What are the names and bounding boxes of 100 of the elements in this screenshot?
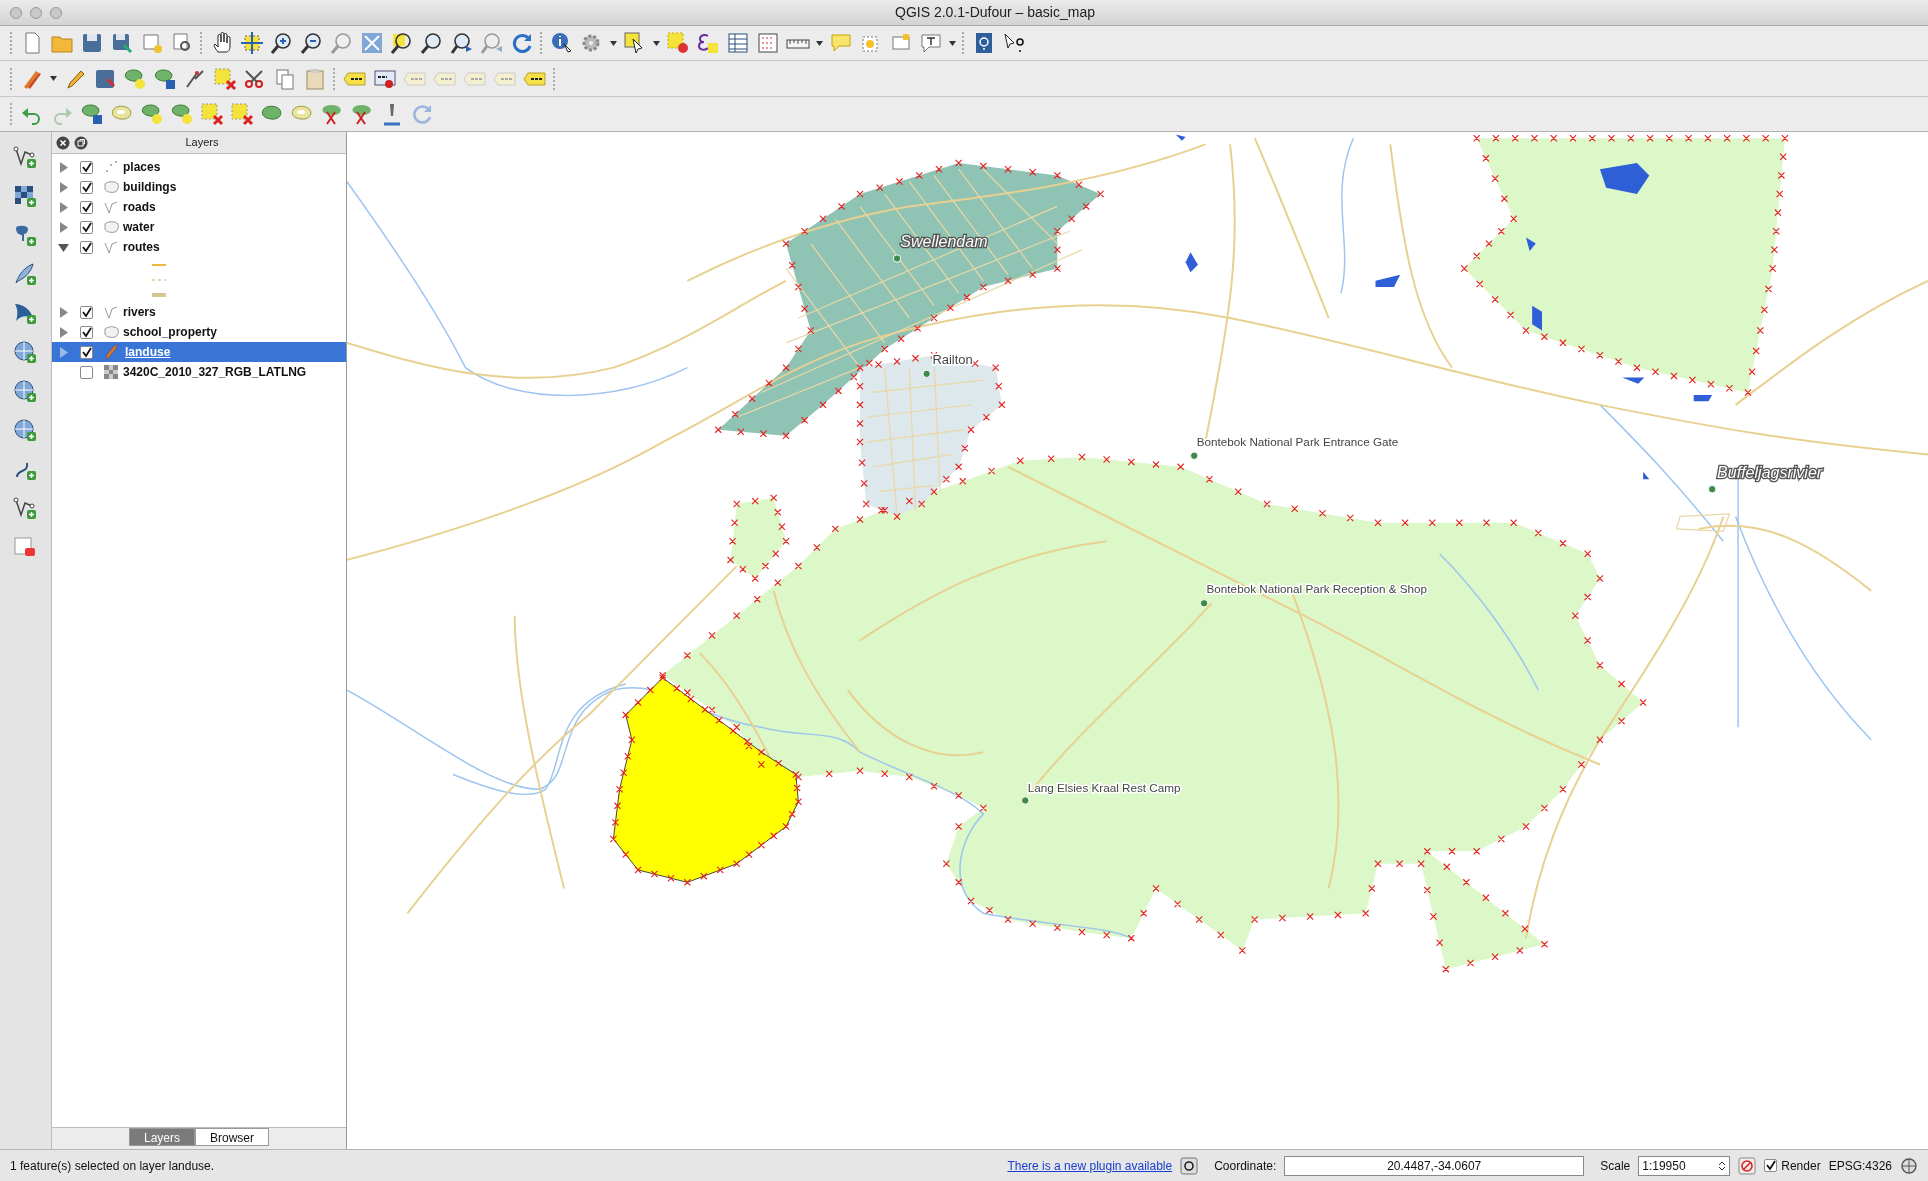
layer-name: rivers bbox=[123, 304, 156, 321]
scale-dropdown[interactable]: 1:19950 bbox=[1638, 1155, 1731, 1176]
globe-add-icon[interactable] bbox=[12, 418, 39, 442]
float-panel-icon[interactable] bbox=[74, 135, 88, 150]
split-scissors-icon[interactable] bbox=[320, 102, 344, 126]
toolbar-handle[interactable] bbox=[962, 32, 966, 54]
caret-icon[interactable] bbox=[50, 76, 57, 81]
feather-add-icon[interactable] bbox=[12, 262, 39, 286]
statistics-icon[interactable] bbox=[756, 31, 780, 55]
toolbar-handle[interactable] bbox=[333, 67, 337, 90]
expand-arrow-icon[interactable] bbox=[58, 181, 69, 193]
caret-icon[interactable] bbox=[949, 40, 956, 46]
delete-selected-icon[interactable] bbox=[230, 102, 254, 126]
epsilon-icon[interactable] bbox=[696, 31, 720, 55]
plugin-link[interactable]: There is a new plugin available bbox=[1007, 1156, 1173, 1175]
toolbar-handle[interactable] bbox=[553, 67, 557, 90]
layer-checkbox[interactable] bbox=[80, 365, 93, 379]
map-label: Buffeljagsrivier bbox=[1717, 463, 1823, 482]
delete-selected-icon[interactable] bbox=[213, 66, 237, 91]
layer-checkbox[interactable] bbox=[80, 345, 93, 359]
messages-icon[interactable] bbox=[1180, 1156, 1199, 1175]
layer-name: landuse bbox=[124, 344, 172, 361]
layer-checkbox[interactable] bbox=[80, 325, 93, 339]
raster-add-icon[interactable] bbox=[12, 184, 39, 208]
expand-arrow-icon[interactable] bbox=[58, 161, 69, 173]
layer-item[interactable]: rivers bbox=[52, 302, 346, 322]
render-checkbox[interactable] bbox=[1764, 1159, 1778, 1172]
add-feature-icon[interactable] bbox=[123, 66, 147, 91]
caret-icon[interactable] bbox=[816, 40, 823, 46]
layer-item[interactable]: landuse bbox=[52, 342, 346, 362]
save-as-icon[interactable] bbox=[110, 31, 134, 55]
raster-layer-icon bbox=[104, 365, 118, 379]
layer-name: water bbox=[123, 219, 155, 236]
layer-item[interactable]: school_property bbox=[52, 322, 346, 342]
expand-arrow-icon[interactable] bbox=[58, 306, 69, 318]
panel-tab[interactable]: Layers bbox=[128, 1128, 195, 1146]
layer-checkbox[interactable] bbox=[80, 160, 93, 174]
layer-item[interactable]: places bbox=[52, 157, 346, 177]
expand-arrow-icon[interactable] bbox=[58, 221, 69, 233]
selected-feature-polygon[interactable] bbox=[612, 677, 799, 883]
spinner-arrows-icon[interactable] bbox=[1718, 1160, 1727, 1171]
layer-item[interactable]: routes bbox=[52, 237, 346, 257]
zoom-next-icon[interactable] bbox=[480, 31, 504, 55]
toolbar-handle[interactable] bbox=[10, 103, 14, 125]
map-label: Lang Elsies Kraal Rest Camp bbox=[1027, 780, 1181, 794]
refresh-icon[interactable] bbox=[510, 31, 534, 55]
zoom-actual-size-icon[interactable] bbox=[330, 31, 354, 55]
expand-arrow-icon[interactable] bbox=[58, 201, 69, 213]
layer-checkbox[interactable] bbox=[80, 200, 93, 214]
status-message: 1 feature(s) selected on layer landuse. bbox=[10, 1157, 215, 1175]
info-cursor-icon[interactable] bbox=[550, 31, 574, 55]
layer-item[interactable]: 3420C_2010_327_RGB_LATLNG bbox=[52, 362, 346, 382]
render-label: Render bbox=[1781, 1157, 1821, 1175]
zoom-selection-icon[interactable] bbox=[390, 31, 414, 55]
layer-item[interactable]: buildings bbox=[52, 177, 346, 197]
toolbar-handle[interactable] bbox=[10, 32, 14, 54]
add-feature-icon[interactable] bbox=[140, 102, 164, 126]
caret-icon[interactable] bbox=[653, 40, 660, 46]
place-marker bbox=[922, 369, 931, 379]
close-icon[interactable] bbox=[56, 135, 70, 150]
layer-item[interactable]: roads bbox=[52, 197, 346, 217]
line-layer-icon bbox=[104, 200, 118, 214]
expand-arrow-icon[interactable] bbox=[58, 326, 69, 338]
globe-add-icon[interactable] bbox=[12, 379, 39, 403]
toolbar-handle[interactable] bbox=[200, 32, 204, 54]
layer-checkbox[interactable] bbox=[80, 180, 93, 194]
expand-arrow-icon[interactable] bbox=[58, 346, 69, 358]
move-feature-icon[interactable] bbox=[80, 102, 104, 126]
layer-checkbox[interactable] bbox=[80, 240, 93, 254]
caret-icon[interactable] bbox=[610, 40, 617, 46]
panel-tab[interactable]: Browser bbox=[195, 1128, 269, 1146]
zoom-in-icon[interactable] bbox=[270, 31, 294, 55]
text-annotation-icon[interactable] bbox=[919, 31, 943, 55]
layer-item[interactable]: water bbox=[52, 217, 346, 237]
layer-name: routes bbox=[123, 239, 160, 256]
toolbar-handle[interactable] bbox=[10, 67, 14, 90]
vector-add-icon[interactable] bbox=[12, 496, 39, 520]
sail-add-icon[interactable] bbox=[12, 301, 39, 325]
coordinate-field[interactable]: 20.4487,-34.0607 bbox=[1284, 1155, 1585, 1176]
split-scissors-icon[interactable] bbox=[350, 102, 374, 126]
delete-selected-icon[interactable] bbox=[200, 102, 224, 126]
collapse-arrow-icon[interactable] bbox=[58, 241, 69, 253]
zoom-out-icon[interactable] bbox=[300, 31, 324, 55]
stop-render-icon[interactable] bbox=[1738, 1156, 1757, 1175]
layer-checkbox[interactable] bbox=[80, 220, 93, 234]
crs-button[interactable]: EPSG:4326 bbox=[1828, 1156, 1892, 1175]
layer-checkbox[interactable] bbox=[80, 305, 93, 319]
zoom-layer-icon[interactable] bbox=[420, 31, 444, 55]
crs-globe-icon[interactable] bbox=[1900, 1156, 1918, 1175]
toolbar-handle[interactable] bbox=[540, 32, 544, 54]
deselect-icon[interactable] bbox=[666, 31, 690, 55]
add-feature-icon[interactable] bbox=[170, 102, 194, 126]
pan-to-selection-icon[interactable] bbox=[240, 31, 264, 55]
vector-add-icon[interactable] bbox=[12, 145, 39, 169]
globe-add-icon[interactable] bbox=[12, 340, 39, 364]
whats-this-icon[interactable] bbox=[1002, 31, 1026, 55]
zoom-last-icon[interactable] bbox=[450, 31, 474, 55]
table-icon[interactable] bbox=[726, 31, 750, 55]
zoom-full-icon[interactable] bbox=[360, 31, 384, 55]
move-feature-icon[interactable] bbox=[153, 66, 177, 91]
